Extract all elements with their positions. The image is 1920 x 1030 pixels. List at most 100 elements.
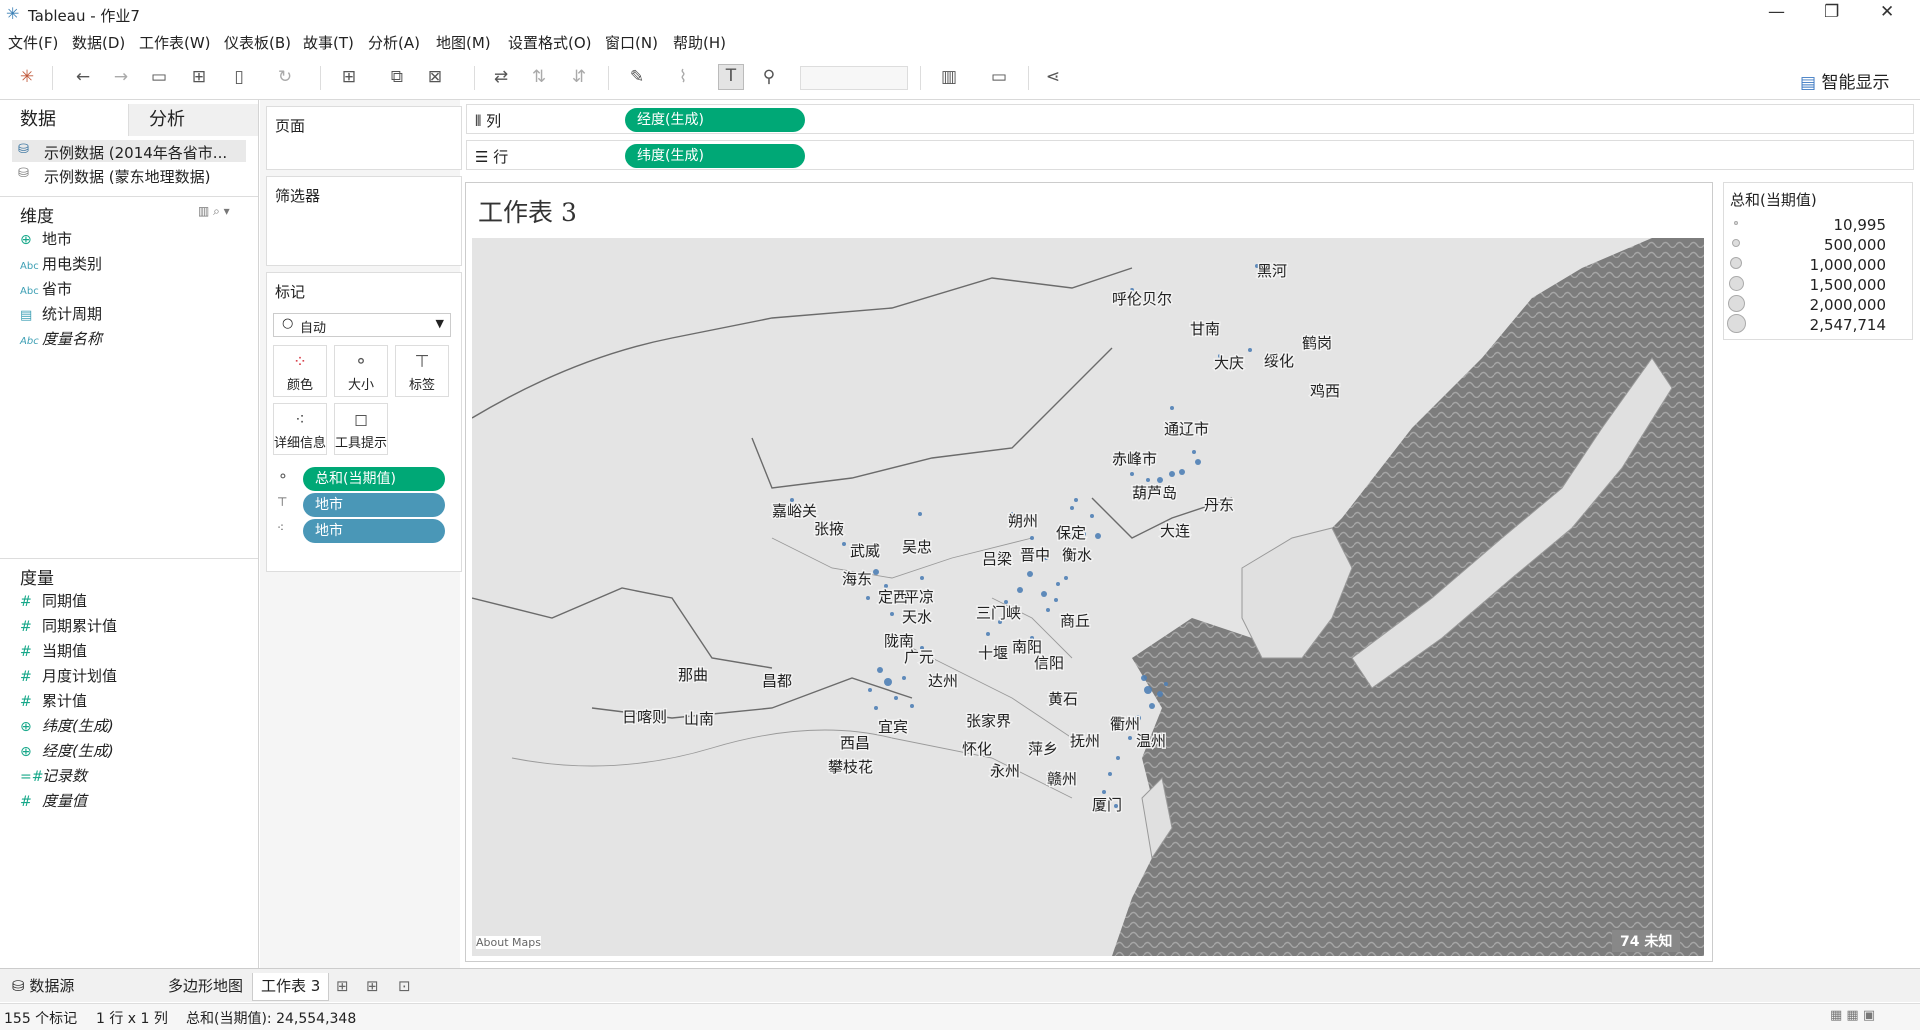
city-mark[interactable]: [1130, 472, 1134, 476]
measure-field-record-count[interactable]: =#记录数: [20, 765, 87, 787]
new-datasource-icon[interactable]: ⊞: [188, 66, 210, 88]
datasource-item[interactable]: ⛁ 示例数据 (蒙东地理数据): [12, 164, 246, 186]
city-mark[interactable]: [1141, 675, 1147, 681]
city-mark[interactable]: [1248, 348, 1252, 352]
city-mark[interactable]: [1030, 536, 1034, 540]
show-mark-labels-icon[interactable]: T: [718, 64, 744, 90]
city-mark[interactable]: [874, 706, 878, 710]
fix-axes-icon[interactable]: ⚲: [758, 66, 780, 88]
city-mark[interactable]: [1144, 686, 1152, 694]
city-mark[interactable]: [1157, 691, 1163, 697]
city-mark[interactable]: [866, 596, 870, 600]
menu-window[interactable]: 窗口(N): [605, 32, 658, 53]
datasource-item-selected[interactable]: ⛁ 示例数据 (2014年各省市...: [12, 140, 246, 162]
city-mark[interactable]: [918, 512, 922, 516]
dimension-field-city[interactable]: ⊕ 地市: [20, 228, 72, 250]
tooltip-button[interactable]: ◻ 工具提示: [334, 403, 388, 455]
new-dashboard-icon[interactable]: ⊞: [366, 977, 379, 995]
city-mark[interactable]: [1170, 406, 1174, 410]
dimension-field-measure-names[interactable]: Abc 度量名称: [20, 328, 102, 350]
menu-help[interactable]: 帮助(H): [673, 32, 726, 53]
city-mark[interactable]: [1157, 477, 1163, 483]
about-maps-link[interactable]: About Maps: [476, 936, 541, 949]
measure-field-measure-values[interactable]: # 度量值: [20, 790, 87, 812]
duplicate-sheet-icon[interactable]: ⧉: [386, 66, 408, 88]
legend-row[interactable]: 1,500,000: [1724, 275, 1914, 295]
rows-shelf[interactable]: ☰ 行 纬度(生成): [466, 140, 1914, 170]
dimension-field-usage-type[interactable]: Abc 用电类别: [20, 253, 102, 275]
fit-dropdown[interactable]: [800, 66, 908, 90]
new-worksheet-icon[interactable]: ⊞: [338, 66, 360, 88]
show-me-button[interactable]: ▤ 智能显示: [1800, 68, 1889, 93]
dimension-field-period[interactable]: ▤ 统计周期: [20, 303, 102, 325]
swap-rows-columns-icon[interactable]: ⇄: [490, 66, 512, 88]
menu-data[interactable]: 数据(D): [72, 32, 125, 53]
legend-row[interactable]: 2,547,714: [1724, 314, 1914, 335]
legend-row[interactable]: 1,000,000: [1724, 255, 1914, 275]
city-mark[interactable]: [1074, 498, 1078, 502]
new-worksheet-icon[interactable]: ⊞: [336, 977, 349, 995]
pause-updates-icon[interactable]: ▯: [228, 66, 250, 88]
city-mark[interactable]: [873, 569, 879, 575]
presentation-mode-icon[interactable]: ▭: [988, 66, 1010, 88]
new-story-icon[interactable]: ⊡: [398, 977, 411, 995]
city-mark[interactable]: [1164, 682, 1168, 686]
menu-dashboard[interactable]: 仪表板(B): [224, 32, 291, 53]
city-mark[interactable]: [902, 676, 906, 680]
city-mark[interactable]: [1149, 703, 1155, 709]
city-mark[interactable]: [1108, 772, 1112, 776]
view-options-icon[interactable]: ▥ ⌕ ▾: [198, 204, 230, 219]
group-members-icon[interactable]: ⌇: [672, 66, 694, 88]
menu-story[interactable]: 故事(T): [303, 32, 354, 53]
redo-icon[interactable]: →: [110, 66, 132, 88]
tab-analysis[interactable]: 分析: [128, 104, 258, 136]
measure-field-prior-cumulative[interactable]: # 同期累计值: [20, 615, 117, 637]
rows-pill[interactable]: 纬度(生成): [625, 144, 805, 168]
unknown-indicator[interactable]: 74 未知: [1612, 930, 1681, 952]
city-mark[interactable]: [1128, 736, 1132, 740]
measure-field-cumulative[interactable]: # 累计值: [20, 690, 87, 712]
city-mark[interactable]: [1116, 756, 1120, 760]
sort-descending-icon[interactable]: ⇵: [568, 66, 590, 88]
menu-map[interactable]: 地图(M): [436, 32, 491, 53]
city-mark[interactable]: [877, 667, 883, 673]
measure-field-longitude[interactable]: ⊕ 经度(生成): [20, 740, 114, 762]
city-mark[interactable]: [1102, 790, 1106, 794]
marks-pill-size[interactable]: 总和(当期值): [303, 467, 445, 491]
measure-field-prior-value[interactable]: # 同期值: [20, 590, 87, 612]
menu-worksheet[interactable]: 工作表(W): [139, 32, 211, 53]
city-mark[interactable]: [868, 688, 872, 692]
city-mark[interactable]: [1095, 533, 1101, 539]
city-mark[interactable]: [1046, 608, 1050, 612]
refresh-icon[interactable]: ↻: [274, 66, 296, 88]
city-mark[interactable]: [1041, 591, 1047, 597]
menu-file[interactable]: 文件(F): [8, 32, 58, 53]
city-mark[interactable]: [884, 678, 892, 686]
highlight-icon[interactable]: ✎: [626, 66, 648, 88]
clear-sheet-icon[interactable]: ⊠: [424, 66, 446, 88]
legend-row[interactable]: 10,995: [1724, 215, 1914, 235]
share-icon[interactable]: ⋖: [1042, 66, 1064, 88]
city-mark[interactable]: [842, 542, 846, 546]
city-mark[interactable]: [986, 632, 990, 636]
sheet-tab-polygon-map[interactable]: 多边形地图: [160, 973, 251, 1001]
show-cards-icon[interactable]: ▥: [938, 66, 960, 88]
city-mark[interactable]: [1070, 506, 1074, 510]
sort-ascending-icon[interactable]: ⇅: [528, 66, 550, 88]
sheet-tab-worksheet-3[interactable]: 工作表 3: [252, 973, 330, 1001]
legend-row[interactable]: 2,000,000: [1724, 295, 1914, 315]
minimize-button[interactable]: —: [1768, 2, 1785, 22]
city-mark[interactable]: [1017, 587, 1023, 593]
city-mark[interactable]: [1169, 471, 1175, 477]
city-mark[interactable]: [920, 576, 924, 580]
datasource-tab[interactable]: ⛁ 数据源: [4, 973, 82, 1001]
city-mark[interactable]: [1192, 450, 1196, 454]
measure-field-monthly-plan[interactable]: # 月度计划值: [20, 665, 117, 687]
dimension-field-province[interactable]: Abc 省市: [20, 278, 72, 300]
pages-card[interactable]: 页面: [266, 106, 462, 170]
view-mode-icons[interactable]: ▦ ▦ ▣: [1830, 1008, 1875, 1023]
undo-icon[interactable]: ←: [72, 66, 94, 88]
marks-pill-detail[interactable]: 地市: [303, 519, 445, 543]
city-mark[interactable]: [1027, 571, 1033, 577]
measure-field-current-value[interactable]: # 当期值: [20, 640, 87, 662]
